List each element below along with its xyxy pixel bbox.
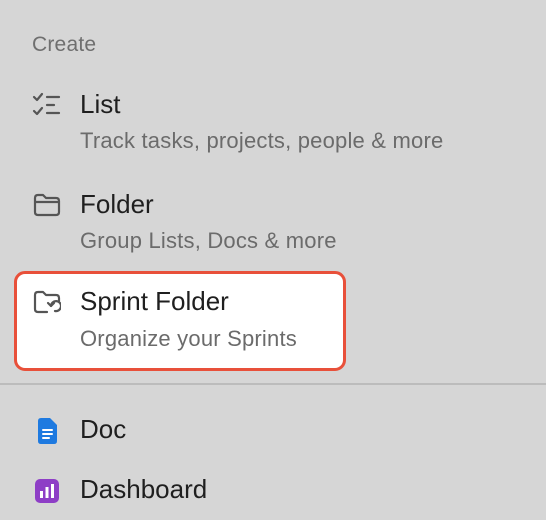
list-description: Track tasks, projects, people & more (80, 128, 444, 153)
create-folder-item[interactable]: Folder Group Lists, Docs & more (14, 174, 346, 262)
menu-divider (0, 383, 546, 385)
folder-title: Folder (80, 189, 154, 219)
sprint-folder-title: Sprint Folder (80, 286, 229, 316)
list-title: List (80, 89, 121, 119)
create-sprint-folder-item[interactable]: Sprint Folder Organize your Sprints (14, 271, 346, 371)
checklist-icon (32, 90, 62, 120)
folder-icon (32, 190, 62, 220)
create-dashboard-item[interactable]: Dashboard (14, 464, 346, 520)
dashboard-icon (32, 476, 62, 506)
create-doc-item[interactable]: Doc (14, 404, 346, 460)
create-list-item[interactable]: List Track tasks, projects, people & mor… (14, 74, 443, 162)
folder-description: Group Lists, Docs & more (80, 228, 337, 253)
sprint-folder-icon (32, 287, 62, 317)
dashboard-title: Dashboard (80, 474, 208, 504)
create-menu: Create List Track tasks, projects, peopl… (0, 0, 546, 514)
doc-title: Doc (80, 414, 127, 444)
section-title: Create (32, 33, 97, 56)
sprint-folder-description: Organize your Sprints (80, 326, 297, 351)
doc-icon (32, 416, 62, 446)
